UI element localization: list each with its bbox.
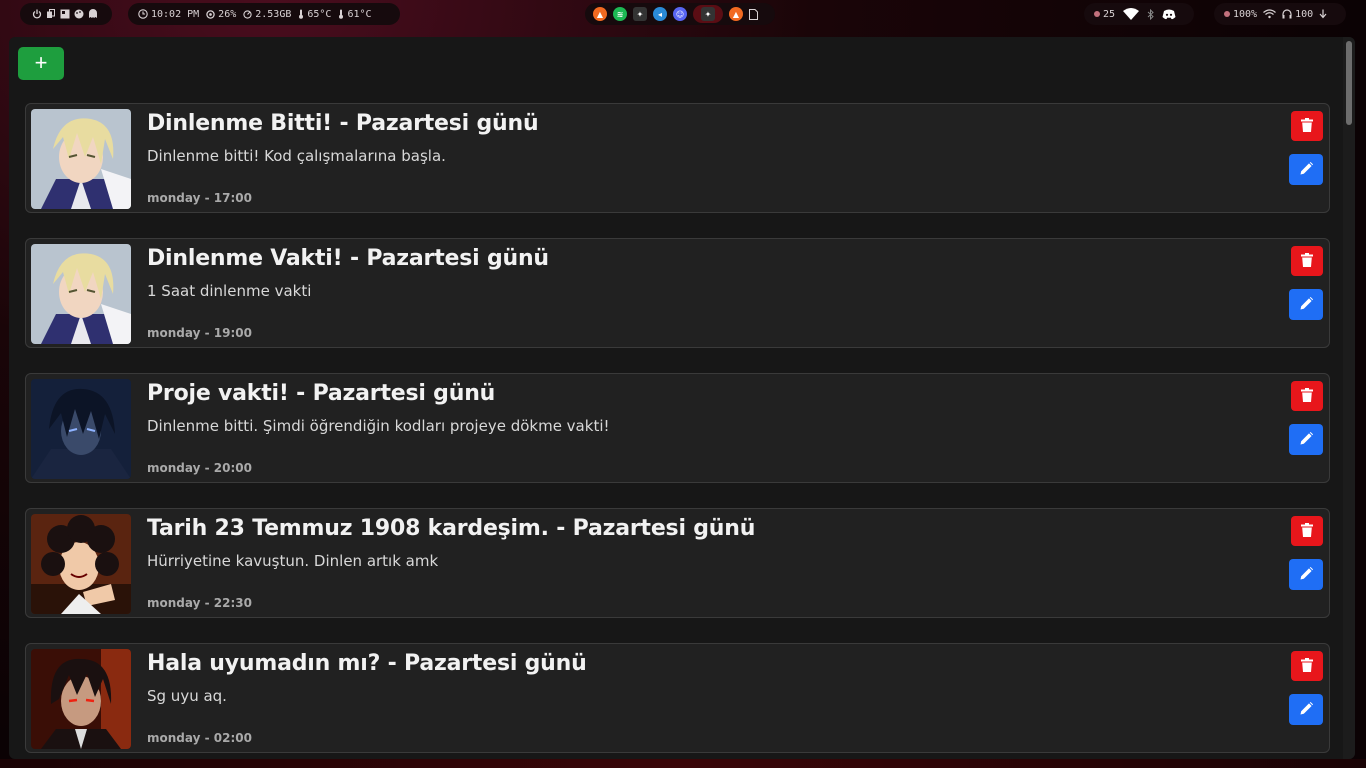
reminder-card: Hala uyumadın mı? - Pazartesi günü Sg uy… [25,643,1330,753]
anime-red-eyes-avatar [31,649,131,749]
pencil-icon [1300,295,1313,314]
edit-button[interactable] [1289,154,1323,185]
trash-icon [1301,387,1313,406]
reminder-description: Dinlenme bitti! Kod çalışmalarına başla. [147,147,446,165]
anime-blonde-avatar [31,244,131,344]
cpu-text: 26% [218,8,237,20]
anime-curly-hair-avatar [31,514,131,614]
reminder-description: Hürriyetine kavuştun. Dinlen artık amk [147,552,439,570]
pencil-icon [1300,565,1313,584]
reminder-title: Hala uyumadın mı? - Pazartesi günü [147,651,587,676]
temp-text-2: 61°C [347,8,372,20]
trash-icon [1301,117,1313,136]
system-stats: 10:02 PM 26% 2.53GB 65°C 61°C [128,3,400,25]
memory-text: 2.53GB [255,8,292,20]
trash-icon [1301,252,1313,271]
reminder-card: Dinlenme Vakti! - Pazartesi günü 1 Saat … [25,238,1330,348]
ghost-icon[interactable] [88,9,98,19]
anime-dark-hair-avatar [31,379,131,479]
power-icon[interactable] [32,9,42,19]
headphones-icon [1282,9,1292,19]
delete-button[interactable] [1291,111,1323,141]
delete-button[interactable] [1291,651,1323,681]
updates-count[interactable]: 25 [1103,9,1115,20]
memory-icon [243,9,252,19]
discord-icon[interactable]: ☺ [673,7,687,21]
thermometer-icon [298,9,304,19]
wifi-signal-icon[interactable] [1263,9,1276,19]
file-icon[interactable] [749,8,758,20]
trash-icon [1301,657,1313,676]
copy-icon[interactable] [46,9,56,19]
discord-tray-icon[interactable] [1162,9,1176,20]
updates-icon [1094,11,1100,17]
reminder-schedule: monday - 02:00 [147,731,252,745]
download-icon[interactable] [1319,9,1327,19]
pencil-icon [1300,430,1313,449]
reminder-title: Dinlenme Bitti! - Pazartesi günü [147,111,539,136]
pencil-icon [1300,700,1313,719]
reminder-description: Dinlenme bitti. Şimdi öğrendiğin kodları… [147,417,610,435]
edit-button[interactable] [1289,694,1323,725]
active-window-indicator[interactable]: ✦ [693,5,723,23]
thermometer-icon-2 [338,9,344,19]
spotify-icon[interactable]: ≋ [613,7,627,21]
delete-button[interactable] [1291,246,1323,276]
bluetooth-icon[interactable] [1147,8,1154,20]
pencil-icon [1300,160,1313,179]
brave-icon-2[interactable]: ▲ [729,7,743,21]
scrollbar-thumb[interactable] [1346,41,1352,125]
reminder-title: Tarih 23 Temmuz 1908 kardeşim. - Pazarte… [147,516,756,541]
reminder-schedule: monday - 22:30 [147,596,252,610]
reminder-description: Sg uyu aq. [147,687,227,705]
reminder-schedule: monday - 19:00 [147,326,252,340]
reminder-card: Proje vakti! - Pazartesi günü Dinlenme b… [25,373,1330,483]
anime-blonde-avatar [31,109,131,209]
reminder-card: Tarih 23 Temmuz 1908 kardeşim. - Pazarte… [25,508,1330,618]
screenshot-icon[interactable] [60,9,70,19]
brave-icon[interactable]: ▲ [593,7,607,21]
desktop-edge [0,759,1366,768]
system-tray: 100% 100 [1214,3,1346,25]
add-reminder-button[interactable]: + [18,47,64,80]
delete-button[interactable] [1291,516,1323,546]
battery-icon [1224,11,1230,17]
reminder-schedule: monday - 17:00 [147,191,252,205]
notification-group: 25 [1084,3,1194,25]
reminder-description: 1 Saat dinlenme vakti [147,282,312,300]
reminder-title: Dinlenme Vakti! - Pazartesi günü [147,246,549,271]
scrollbar[interactable] [1343,37,1355,759]
volume-text[interactable]: 100 [1295,9,1313,20]
app-tray: ▲ ≋ ✦ ◂ ☺ ✦ ▲ [585,3,775,25]
edit-button[interactable] [1289,289,1323,320]
battery-text[interactable]: 100% [1233,9,1257,20]
terminal-icon[interactable]: ✦ [633,7,647,21]
wifi-icon[interactable] [1123,8,1140,20]
reminder-card: Dinlenme Bitti! - Pazartesi günü Dinlenm… [25,103,1330,213]
trash-icon [1301,522,1313,541]
delete-button[interactable] [1291,381,1323,411]
top-status-bar: 10:02 PM 26% 2.53GB 65°C 61°C ▲ ≋ ✦ ◂ ☺ … [0,0,1366,28]
cpu-icon [206,9,215,19]
temp-text-1: 65°C [307,8,332,20]
clock-text: 10:02 PM [151,8,200,20]
clock-icon [138,9,148,19]
edit-button[interactable] [1289,424,1323,455]
active-window-icon[interactable]: ✦ [701,7,715,21]
reminder-schedule: monday - 20:00 [147,461,252,475]
edit-button[interactable] [1289,559,1323,590]
session-controls [20,3,112,25]
reminders-panel: + Dinlenme Bitti! - Pazartesi günü Dinle… [9,37,1355,759]
vscode-icon[interactable]: ◂ [653,7,667,21]
reminder-title: Proje vakti! - Pazartesi günü [147,381,496,406]
palette-icon[interactable] [74,9,84,19]
